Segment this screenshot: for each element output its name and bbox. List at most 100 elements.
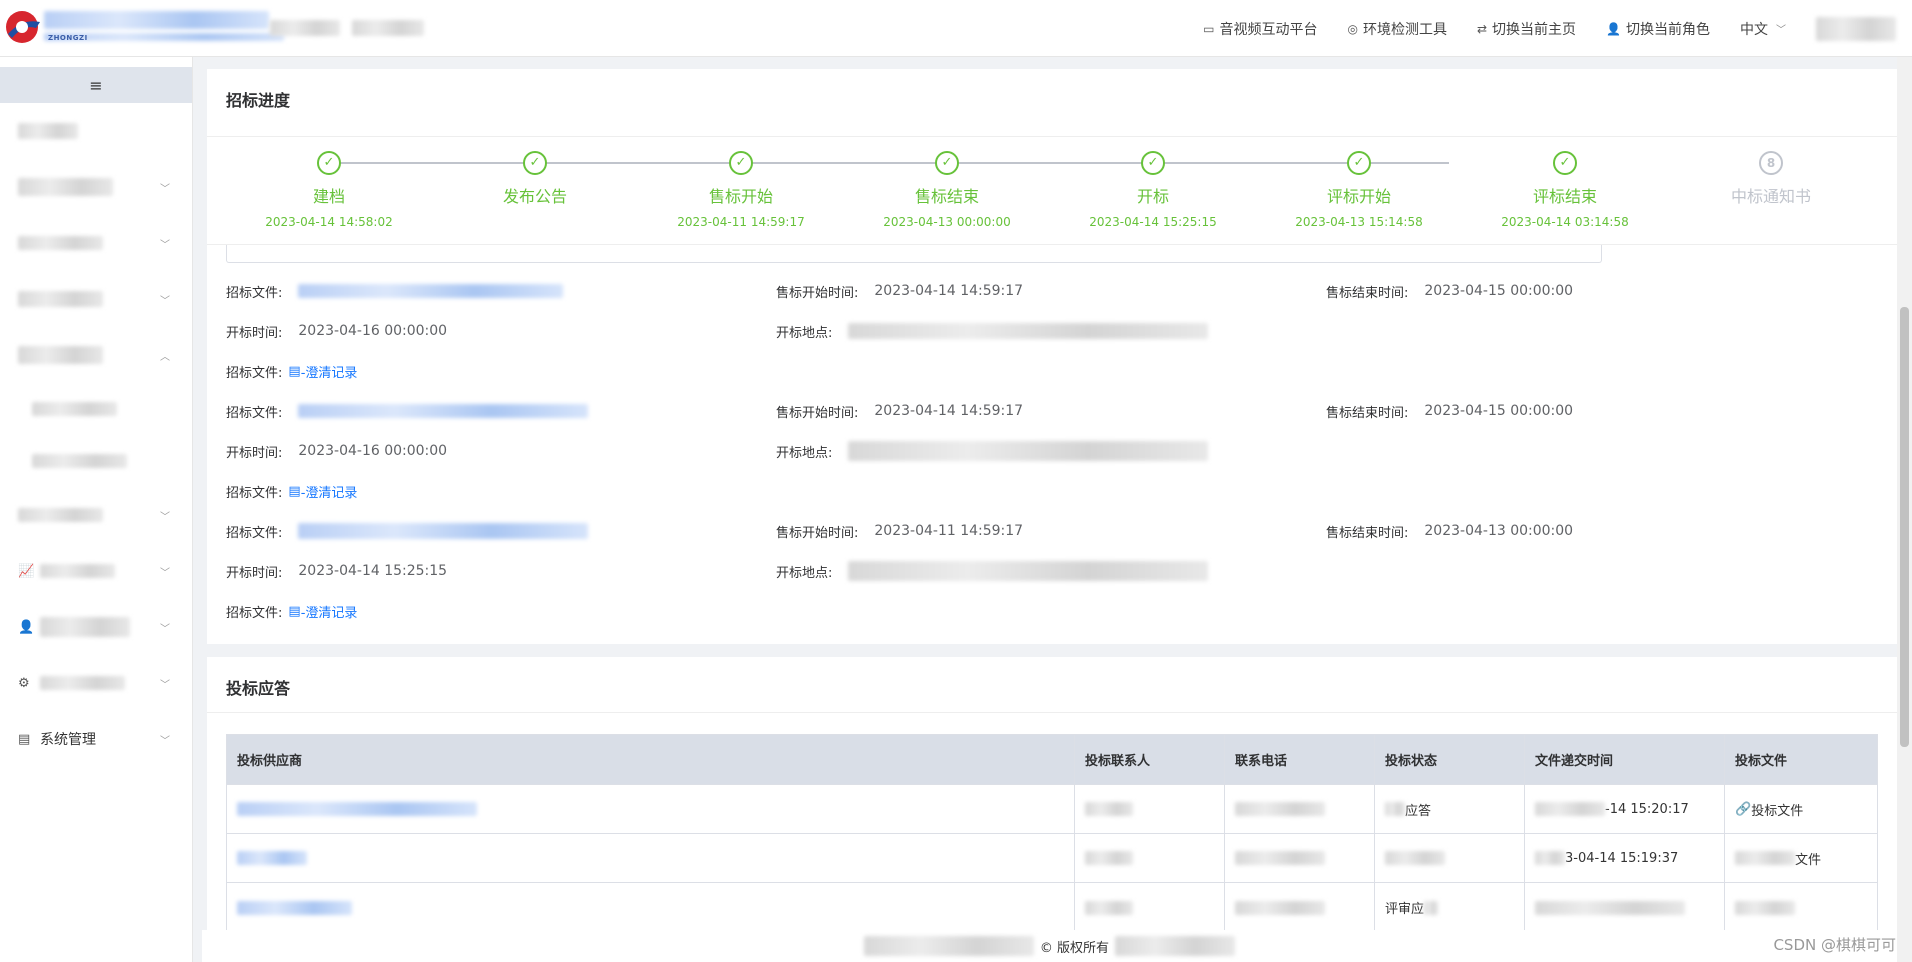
sidebar-subitem-1[interactable] xyxy=(0,383,192,435)
sidebar-item-5[interactable]: ︿ xyxy=(0,327,192,383)
check-icon: ✓ xyxy=(523,151,547,175)
bids-table: 投标供应商 投标联系人 联系电话 投标状态 文件递交时间 投标文件 应答 -14… xyxy=(226,734,1878,933)
check-icon: ✓ xyxy=(1347,151,1371,175)
bids-title: 投标应答 xyxy=(226,679,291,698)
menu-label-redacted xyxy=(18,236,103,250)
sidebar-item-2[interactable]: ﹀ xyxy=(0,159,192,215)
doc-name-redacted[interactable] xyxy=(298,404,589,418)
phone-redacted xyxy=(1235,851,1325,865)
contact-redacted xyxy=(1085,851,1133,865)
phone-redacted xyxy=(1235,900,1325,915)
document-icon: ▤ xyxy=(288,363,301,379)
video-icon: ▭ xyxy=(1203,21,1215,36)
system-name-redacted xyxy=(270,20,340,36)
sidebar-item-6[interactable]: ﹀ xyxy=(0,487,192,543)
company-logo xyxy=(6,11,40,43)
target-icon: ◎ xyxy=(1347,21,1358,36)
sidebar-item-9[interactable]: ⚙ ﹀ xyxy=(0,655,192,711)
file-redacted xyxy=(1735,851,1795,865)
status-redacted xyxy=(1424,900,1439,915)
menu-label-redacted xyxy=(18,178,113,196)
supplier-link-redacted[interactable] xyxy=(237,900,352,915)
contact-redacted xyxy=(1085,802,1133,816)
clarify-record-link[interactable]: ▤ -澄清记录 xyxy=(288,362,357,381)
swap-icon: ⇄ xyxy=(1476,21,1488,36)
watermark: CSDN @棋棋可可 xyxy=(1773,936,1896,954)
chevron-down-icon: ﹀ xyxy=(160,295,170,307)
menu-label-redacted xyxy=(40,617,130,637)
check-icon: ✓ xyxy=(1141,151,1165,175)
doc-row: 开标时间: 2023-04-14 15:25:15 开标地点: xyxy=(226,561,1876,581)
divider xyxy=(207,712,1897,713)
sidebar-collapse-button[interactable]: ≡ xyxy=(0,67,192,103)
nav-av-platform[interactable]: ▭ 音视频互动平台 xyxy=(1203,19,1317,39)
doc-name-redacted[interactable] xyxy=(298,284,564,298)
progress-card: 招标进度 ✓ 建档 2023-04-14 14:58:02 ✓ 发布公告 ✓ 售… xyxy=(207,69,1897,644)
place-redacted xyxy=(848,561,1209,581)
chevron-up-icon: ︿ xyxy=(160,351,170,363)
bid-file-link[interactable]: 投标文件 xyxy=(1751,800,1803,819)
menu-label-redacted xyxy=(18,508,103,522)
doc-row: 招标文件: ▤ -澄清记录 xyxy=(226,362,358,381)
main-content: 招标进度 ✓ 建档 2023-04-14 14:58:02 ✓ 发布公告 ✓ 售… xyxy=(207,57,1897,962)
check-icon: ✓ xyxy=(1553,151,1577,175)
check-icon: ✓ xyxy=(317,151,341,175)
menu-label-redacted xyxy=(18,123,78,139)
time-redacted xyxy=(1535,851,1565,865)
menu-label-redacted xyxy=(40,564,115,578)
document-icon: ▤ xyxy=(288,603,301,619)
menu-label-redacted xyxy=(18,346,103,364)
menu-label-redacted xyxy=(32,454,127,468)
chevron-down-icon: ﹀ xyxy=(160,567,170,579)
time-redacted xyxy=(1535,900,1685,915)
logo-subtitle: ZHONGZI xyxy=(48,34,88,42)
system-name-redacted-2 xyxy=(352,20,424,36)
nav-env-check[interactable]: ◎ 环境检测工具 xyxy=(1348,19,1447,39)
sidebar-item-3[interactable]: ﹀ xyxy=(0,215,192,271)
sidebar-item-1[interactable] xyxy=(0,103,192,159)
scrollbar-thumb[interactable] xyxy=(1900,307,1909,747)
company-name-redacted xyxy=(44,11,269,29)
chevron-down-icon: ﹀ xyxy=(1776,25,1786,36)
menu-collapse-icon: ≡ xyxy=(89,75,103,95)
contact-redacted xyxy=(1085,900,1133,915)
table-row: 3-04-14 15:19:37 文件 xyxy=(227,834,1877,883)
place-redacted xyxy=(848,323,1209,339)
supplier-link-redacted[interactable] xyxy=(237,802,477,816)
doc-row: 招标文件: 售标开始时间: 2023-04-14 14:59:17 售标结束时间:… xyxy=(226,283,1574,301)
chart-icon: 📈 xyxy=(18,563,35,579)
time-redacted xyxy=(1535,802,1605,816)
sidebar-item-7[interactable]: 📈 ﹀ xyxy=(0,543,192,599)
nav-switch-role[interactable]: 👤 切换当前角色 xyxy=(1606,19,1710,39)
table-row: 应答 -14 15:20:17 🔗 投标文件 xyxy=(227,785,1877,834)
nav-switch-home[interactable]: ⇄ 切换当前主页 xyxy=(1477,19,1576,39)
chevron-down-icon: ﹀ xyxy=(160,183,170,195)
doc-row: 开标时间: 2023-04-16 00:00:00 开标地点: xyxy=(226,321,1876,341)
footer-redacted xyxy=(863,936,1034,956)
clarify-record-link[interactable]: ▤ -澄清记录 xyxy=(288,482,357,501)
check-icon: ✓ xyxy=(935,151,959,175)
user-avatar-redacted[interactable] xyxy=(1816,16,1896,41)
top-nav: ▭ 音视频互动平台 ◎ 环境检测工具 ⇄ 切换当前主页 👤 切换当前角色 中文 … xyxy=(1203,0,1912,57)
doc-row: 开标时间: 2023-04-16 00:00:00 开标地点: xyxy=(226,441,1876,461)
clarify-record-link[interactable]: ▤ -澄清记录 xyxy=(288,602,357,621)
sidebar-item-8[interactable]: 👤 ﹀ xyxy=(0,599,192,655)
doc-name-redacted[interactable] xyxy=(298,523,589,539)
sidebar-item-4[interactable]: ﹀ xyxy=(0,271,192,327)
bid-file-link[interactable]: 文件 xyxy=(1795,849,1821,868)
supplier-link-redacted[interactable] xyxy=(237,851,307,865)
language-select[interactable]: 中文 ﹀ xyxy=(1740,19,1786,39)
status-redacted xyxy=(1385,802,1405,816)
page-scrollbar[interactable] xyxy=(1897,57,1912,962)
chevron-down-icon: ﹀ xyxy=(160,735,170,747)
menu-label-redacted xyxy=(32,402,117,416)
sidebar-subitem-2[interactable] xyxy=(0,435,192,487)
place-redacted xyxy=(848,441,1209,461)
doc-row: 招标文件: 售标开始时间: 2023-04-11 14:59:17 售标结束时间:… xyxy=(226,523,1574,541)
user-icon: 👤 xyxy=(18,619,35,635)
footer-redacted-2 xyxy=(1115,936,1236,956)
user-icon: 👤 xyxy=(1606,21,1621,36)
sidebar-item-system[interactable]: ▤ 系统管理 ﹀ xyxy=(0,711,192,767)
doc-row: 招标文件: ▤ -澄清记录 xyxy=(226,482,358,501)
menu-label-redacted xyxy=(40,676,125,690)
